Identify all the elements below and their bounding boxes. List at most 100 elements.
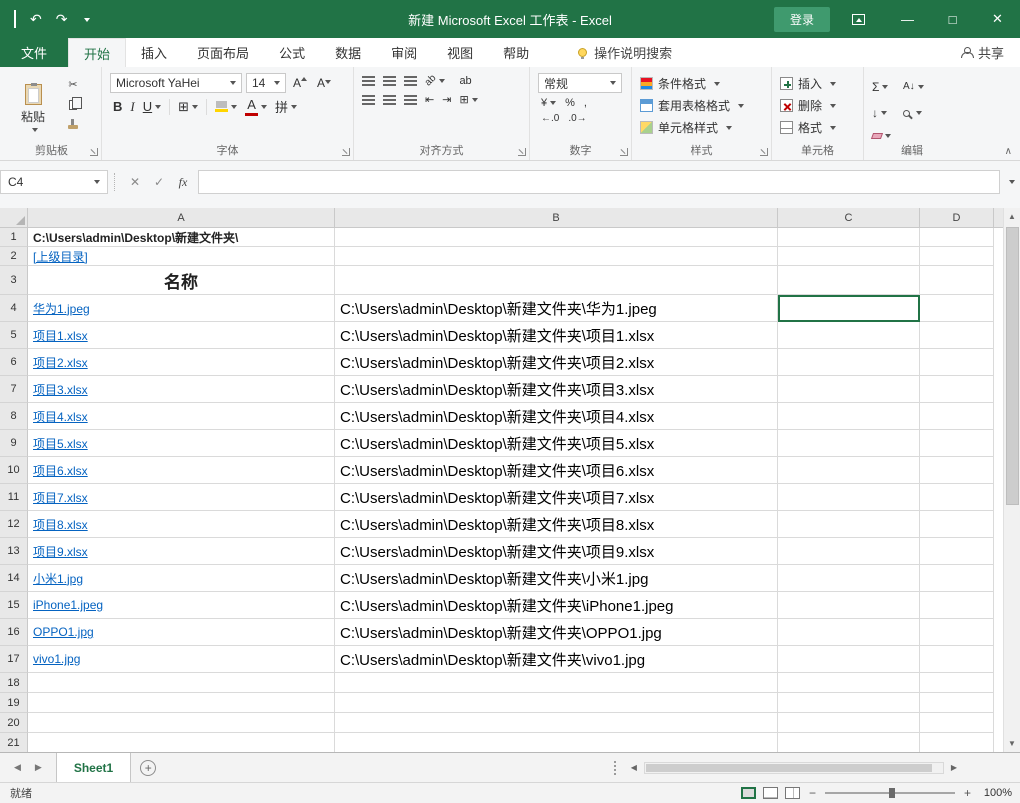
tab-data[interactable]: 数据 bbox=[320, 38, 376, 67]
column-header-d[interactable]: D bbox=[920, 208, 994, 228]
styles-dialog-launcher-icon[interactable] bbox=[760, 148, 768, 156]
row-header[interactable]: 18 bbox=[0, 673, 28, 693]
zoom-in-icon[interactable]: + bbox=[962, 786, 973, 800]
cell-a[interactable]: 小米1.jpg bbox=[28, 565, 335, 592]
fill-color-button[interactable] bbox=[215, 101, 237, 112]
file-hyperlink[interactable]: 项目8.xlsx bbox=[33, 516, 88, 533]
cell-b[interactable]: C:\Users\admin\Desktop\新建文件夹\项目7.xlsx bbox=[335, 484, 778, 511]
cell-a[interactable]: 项目8.xlsx bbox=[28, 511, 335, 538]
cell-d[interactable] bbox=[920, 673, 994, 693]
file-hyperlink[interactable]: 项目6.xlsx bbox=[33, 462, 88, 479]
copy-icon[interactable] bbox=[61, 96, 85, 113]
font-color-button[interactable]: A bbox=[245, 97, 267, 116]
tab-splitter-handle[interactable] bbox=[614, 761, 618, 775]
scroll-up-icon[interactable]: ▲ bbox=[1004, 208, 1020, 225]
page-break-view-icon[interactable] bbox=[785, 787, 800, 799]
vertical-scrollbar[interactable]: ▲ ▼ bbox=[1003, 208, 1020, 752]
vertical-scrollbar-thumb[interactable] bbox=[1006, 227, 1019, 505]
customize-qat-icon[interactable] bbox=[81, 12, 90, 26]
alignment-dialog-launcher-icon[interactable] bbox=[518, 148, 526, 156]
align-left-icon[interactable] bbox=[362, 95, 375, 105]
cell-d[interactable] bbox=[920, 592, 994, 619]
cell-c[interactable] bbox=[778, 430, 920, 457]
cell-c[interactable] bbox=[778, 646, 920, 673]
cell-b[interactable]: C:\Users\admin\Desktop\新建文件夹\项目5.xlsx bbox=[335, 430, 778, 457]
redo-icon[interactable]: ↷ bbox=[56, 12, 68, 26]
cell-c[interactable] bbox=[778, 266, 920, 295]
merge-center-button[interactable]: ⊞ bbox=[459, 93, 477, 106]
cell-d[interactable] bbox=[920, 457, 994, 484]
cell-d[interactable] bbox=[920, 349, 994, 376]
row-header[interactable]: 4 bbox=[0, 295, 28, 322]
zoom-level[interactable]: 100% bbox=[980, 787, 1012, 799]
grow-font-button[interactable]: A bbox=[290, 76, 310, 90]
cell-d[interactable] bbox=[920, 266, 994, 295]
file-hyperlink[interactable]: 项目5.xlsx bbox=[33, 435, 88, 452]
tab-file[interactable]: 文件 bbox=[0, 38, 68, 67]
format-cells-button[interactable]: 格式 bbox=[780, 119, 836, 136]
cell-c[interactable] bbox=[778, 484, 920, 511]
align-middle-icon[interactable] bbox=[383, 76, 396, 86]
cell-d[interactable] bbox=[920, 693, 994, 713]
cell-c[interactable] bbox=[778, 322, 920, 349]
cell-c[interactable] bbox=[778, 693, 920, 713]
row-header[interactable]: 1 bbox=[0, 228, 28, 247]
tab-view[interactable]: 视图 bbox=[432, 38, 488, 67]
cell-a[interactable]: vivo1.jpg bbox=[28, 646, 335, 673]
collapse-ribbon-icon[interactable]: ∧ bbox=[1005, 146, 1012, 157]
autosum-button[interactable]: Σ bbox=[872, 80, 891, 94]
cell-a[interactable]: 项目1.xlsx bbox=[28, 322, 335, 349]
cell-a[interactable]: 项目2.xlsx bbox=[28, 349, 335, 376]
row-header[interactable]: 20 bbox=[0, 713, 28, 733]
normal-view-icon[interactable] bbox=[741, 787, 756, 799]
next-sheet-icon[interactable]: ▶ bbox=[35, 762, 42, 773]
file-hyperlink[interactable]: 项目4.xlsx bbox=[33, 408, 88, 425]
cell-d[interactable] bbox=[920, 733, 994, 752]
formula-input[interactable] bbox=[198, 170, 1000, 194]
cell-b[interactable]: C:\Users\admin\Desktop\新建文件夹\项目2.xlsx bbox=[335, 349, 778, 376]
cell-b[interactable]: C:\Users\admin\Desktop\新建文件夹\vivo1.jpg bbox=[335, 646, 778, 673]
italic-button[interactable]: I bbox=[130, 99, 134, 115]
cell-b[interactable]: C:\Users\admin\Desktop\新建文件夹\iPhone1.jpe… bbox=[335, 592, 778, 619]
conditional-formatting-button[interactable]: 条件格式 bbox=[640, 75, 744, 92]
cell-b[interactable] bbox=[335, 713, 778, 733]
horizontal-scrollbar-thumb[interactable] bbox=[646, 764, 932, 772]
increase-indent-icon[interactable]: ⇥ bbox=[442, 93, 451, 106]
cell-b[interactable]: C:\Users\admin\Desktop\新建文件夹\项目8.xlsx bbox=[335, 511, 778, 538]
file-hyperlink[interactable]: 项目9.xlsx bbox=[33, 543, 88, 560]
cell-c[interactable] bbox=[778, 565, 920, 592]
underline-button[interactable]: U bbox=[143, 99, 161, 114]
cell-a[interactable]: 项目9.xlsx bbox=[28, 538, 335, 565]
row-header[interactable]: 14 bbox=[0, 565, 28, 592]
cell-a[interactable]: 名称 bbox=[28, 266, 335, 295]
cell-b[interactable]: C:\Users\admin\Desktop\新建文件夹\项目9.xlsx bbox=[335, 538, 778, 565]
row-header[interactable]: 17 bbox=[0, 646, 28, 673]
row-header[interactable]: 10 bbox=[0, 457, 28, 484]
cell-c[interactable] bbox=[778, 228, 920, 247]
number-format-combo[interactable]: 常规 bbox=[538, 73, 622, 93]
new-sheet-button[interactable]: + bbox=[131, 753, 165, 782]
file-hyperlink[interactable]: vivo1.jpg bbox=[33, 652, 80, 666]
zoom-slider[interactable] bbox=[825, 792, 955, 794]
save-icon[interactable] bbox=[14, 12, 16, 26]
clear-button[interactable] bbox=[872, 133, 891, 139]
tab-page-layout[interactable]: 页面布局 bbox=[182, 38, 264, 67]
increase-decimal-icon[interactable]: ←.0 bbox=[541, 113, 559, 124]
file-hyperlink[interactable]: 项目3.xlsx bbox=[33, 381, 88, 398]
row-header[interactable]: 6 bbox=[0, 349, 28, 376]
cell-d[interactable] bbox=[920, 565, 994, 592]
cell-a[interactable]: 项目3.xlsx bbox=[28, 376, 335, 403]
file-hyperlink[interactable]: 小米1.jpg bbox=[33, 570, 83, 587]
select-all-corner[interactable] bbox=[0, 208, 28, 228]
decrease-indent-icon[interactable]: ⇤ bbox=[425, 93, 434, 106]
horizontal-scrollbar[interactable] bbox=[644, 762, 944, 774]
row-header[interactable]: 12 bbox=[0, 511, 28, 538]
cell-a[interactable]: 项目5.xlsx bbox=[28, 430, 335, 457]
tab-insert[interactable]: 插入 bbox=[126, 38, 182, 67]
tell-me-search[interactable]: 操作说明搜索 bbox=[578, 38, 672, 67]
cell-c[interactable] bbox=[778, 592, 920, 619]
cell-c[interactable] bbox=[778, 457, 920, 484]
font-dialog-launcher-icon[interactable] bbox=[342, 148, 350, 156]
cell-d[interactable] bbox=[920, 713, 994, 733]
scroll-right-icon[interactable]: ▶ bbox=[948, 763, 960, 772]
